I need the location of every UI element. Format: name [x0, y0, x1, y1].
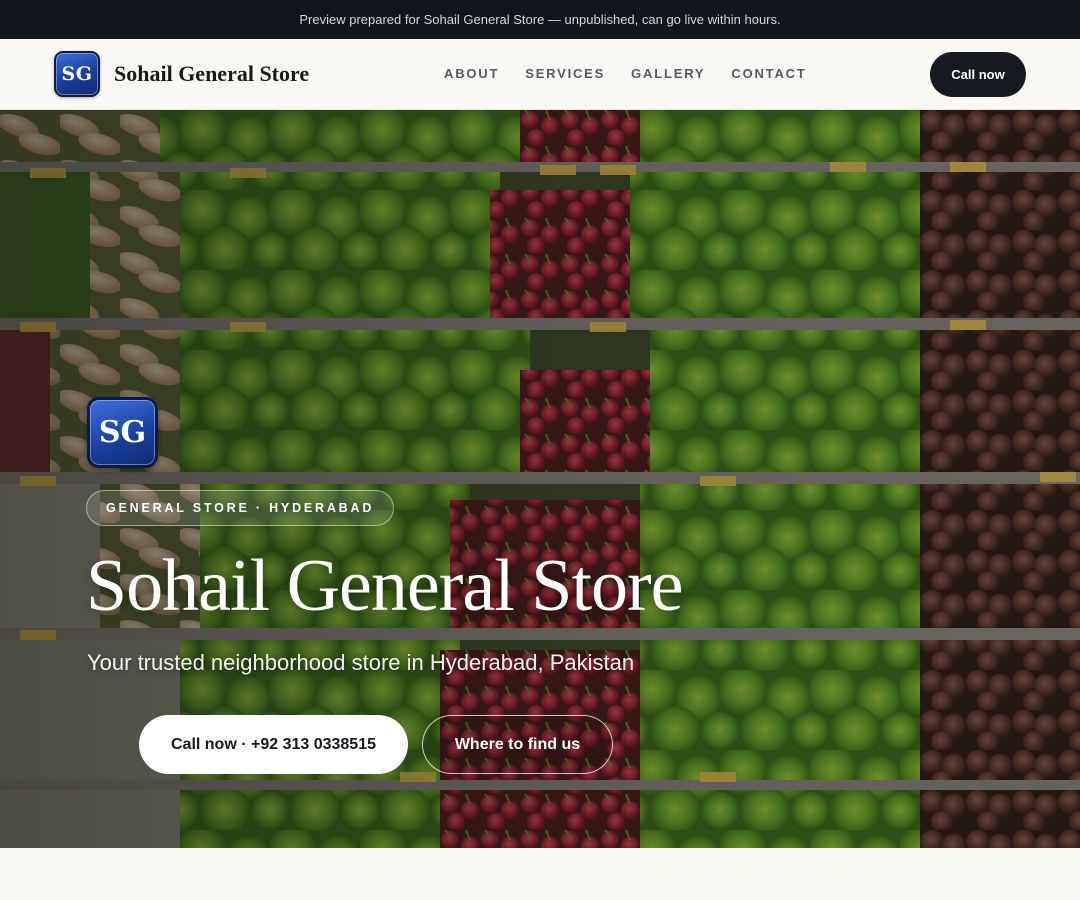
hero-logo-text: SG [98, 415, 147, 450]
preview-banner: Preview prepared for Sohail General Stor… [0, 0, 1080, 39]
hero-section: SG GENERAL STORE · HYDERABAD Sohail Gene… [0, 110, 1080, 848]
hero-category-badge: GENERAL STORE · HYDERABAD [86, 490, 395, 526]
hero-title: Sohail General Store [86, 545, 683, 627]
preview-banner-text: Preview prepared for Sohail General Stor… [299, 12, 781, 27]
header-logo-text: SG [61, 63, 93, 85]
brand-name[interactable]: Sohail General Store [114, 61, 309, 87]
site-header: SG Sohail General Store ABOUT SERVICES G… [0, 39, 1080, 110]
header-call-button[interactable]: Call now [930, 52, 1026, 97]
nav-link-services[interactable]: SERVICES [525, 66, 605, 81]
hero-subtitle: Your trusted neighborhood store in Hyder… [87, 650, 635, 675]
hero-location-button[interactable]: Where to find us [422, 715, 613, 774]
hero-call-button[interactable]: Call now · +92 313 0338515 [139, 715, 408, 774]
nav-link-contact[interactable]: CONTACT [731, 66, 806, 81]
nav-link-about[interactable]: ABOUT [444, 66, 499, 81]
nav-link-gallery[interactable]: GALLERY [631, 66, 705, 81]
header-logo[interactable]: SG [54, 51, 100, 97]
main-nav: ABOUT SERVICES GALLERY CONTACT [444, 66, 833, 81]
hero-logo: SG [87, 397, 158, 468]
